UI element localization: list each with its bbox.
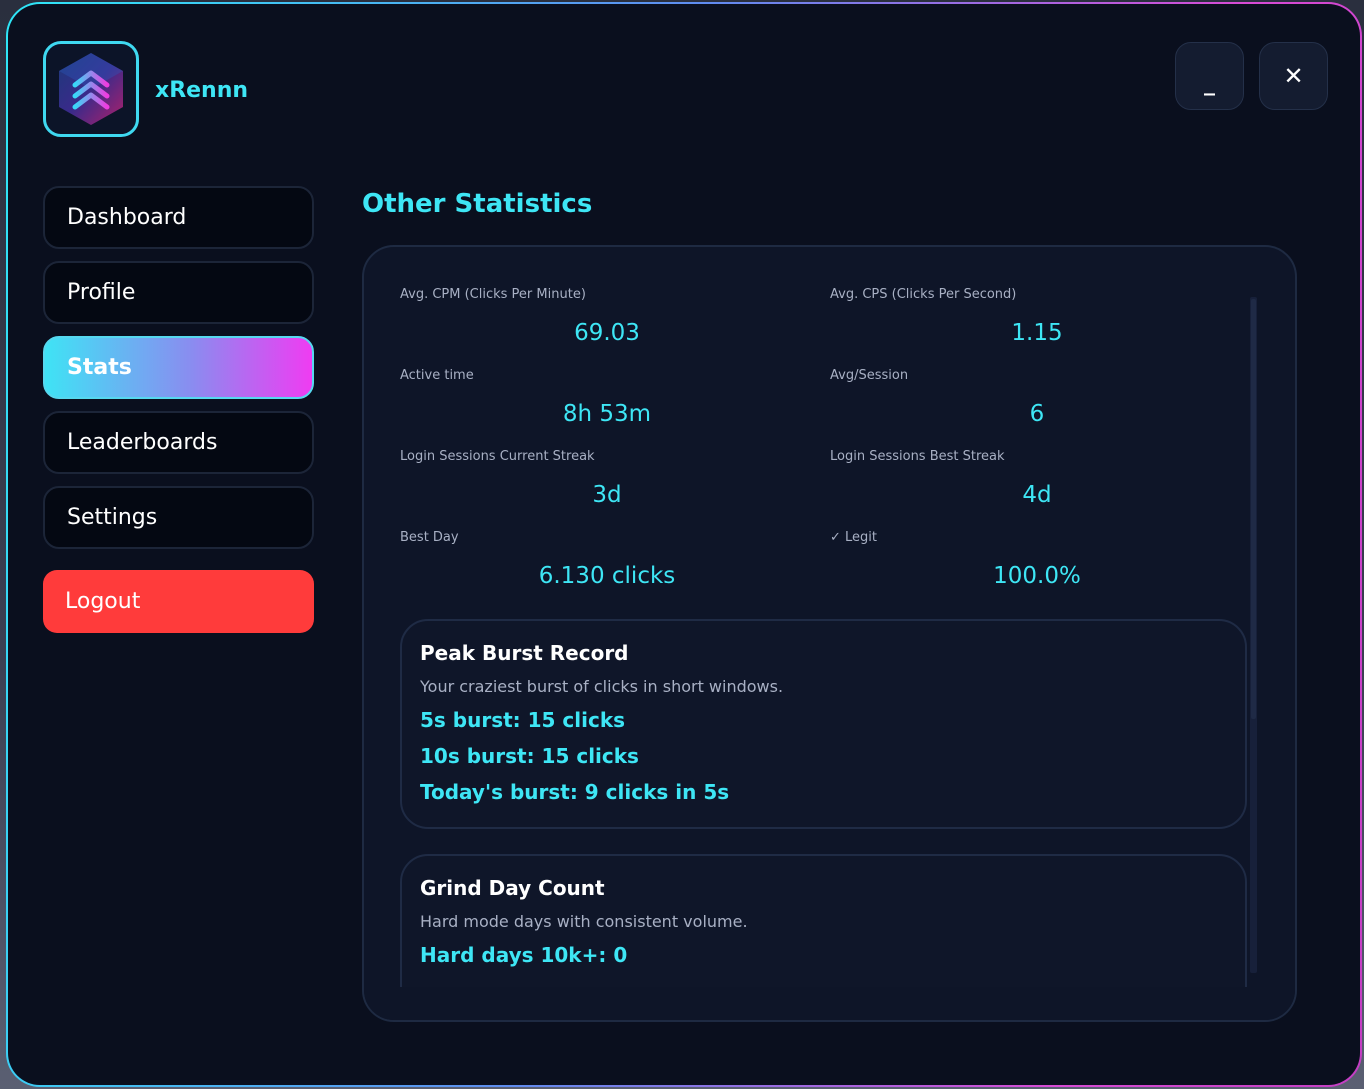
- stats-panel[interactable]: Avg. CPM (Clicks Per Minute) 69.03 Avg. …: [362, 245, 1297, 1022]
- stat-label: Best Day: [400, 530, 459, 545]
- stat-value: 8h 53m: [562, 401, 652, 427]
- sidebar-item-label: Dashboard: [67, 205, 187, 230]
- logout-button[interactable]: Logout: [43, 570, 314, 633]
- stat-value: 69.03: [574, 320, 640, 346]
- sidebar-item-leaderboards[interactable]: Leaderboards: [43, 411, 314, 474]
- stat-value: 4d: [1022, 482, 1052, 508]
- username: xRennn: [155, 78, 249, 103]
- sidebar-item-settings[interactable]: Settings: [43, 486, 314, 549]
- panel-bottom-clip: [364, 987, 1295, 1020]
- hard-days: Hard days 10k+: 0: [420, 943, 628, 967]
- burst-5s: 5s burst: 15 clicks: [420, 708, 626, 732]
- logout-label: Logout: [65, 589, 141, 614]
- stat-label: Avg/Session: [830, 368, 909, 383]
- peak-burst-card: Peak Burst Record Your craziest burst of…: [400, 619, 1247, 829]
- stat-label: ✓ Legit: [830, 530, 877, 545]
- card-title: Grind Day Count: [420, 876, 605, 900]
- sidebar-item-label: Settings: [67, 505, 158, 530]
- sidebar-item-label: Profile: [67, 280, 136, 305]
- app-logo-icon: [43, 41, 139, 137]
- card-title: Peak Burst Record: [420, 641, 629, 665]
- stat-label: Avg. CPM (Clicks Per Minute): [400, 287, 586, 302]
- card-subtitle: Your craziest burst of clicks in short w…: [420, 677, 784, 696]
- stat-value: 100.0%: [993, 563, 1081, 589]
- chevron-stack-logo-icon: [59, 53, 123, 125]
- stat-label: Login Sessions Best Streak: [830, 449, 1005, 464]
- app-window-body: xRennn _ ✕ Dashboard Profile Stats Leade…: [8, 4, 1360, 1085]
- close-button[interactable]: ✕: [1259, 42, 1328, 110]
- burst-10s: 10s burst: 15 clicks: [420, 744, 639, 768]
- stat-value: 6: [1029, 401, 1045, 427]
- stat-label: Avg. CPS (Clicks Per Second): [830, 287, 1017, 302]
- stat-value: 1.15: [1011, 320, 1063, 346]
- scrollbar-thumb[interactable]: [1251, 299, 1256, 719]
- page-title: Other Statistics: [362, 189, 593, 219]
- minimize-button[interactable]: _: [1175, 42, 1244, 110]
- stat-value: 3d: [592, 482, 622, 508]
- sidebar-item-stats[interactable]: Stats: [43, 336, 314, 399]
- stat-value: 6.130 clicks: [538, 563, 676, 589]
- sidebar-item-label: Stats: [67, 355, 132, 380]
- stat-label: Active time: [400, 368, 474, 383]
- burst-today: Today's burst: 9 clicks in 5s: [420, 780, 730, 804]
- sidebar-item-profile[interactable]: Profile: [43, 261, 314, 324]
- sidebar-item-dashboard[interactable]: Dashboard: [43, 186, 314, 249]
- app-window: xRennn _ ✕ Dashboard Profile Stats Leade…: [6, 2, 1362, 1087]
- stat-label: Login Sessions Current Streak: [400, 449, 595, 464]
- card-subtitle: Hard mode days with consistent volume.: [420, 912, 748, 931]
- sidebar-item-label: Leaderboards: [67, 430, 218, 455]
